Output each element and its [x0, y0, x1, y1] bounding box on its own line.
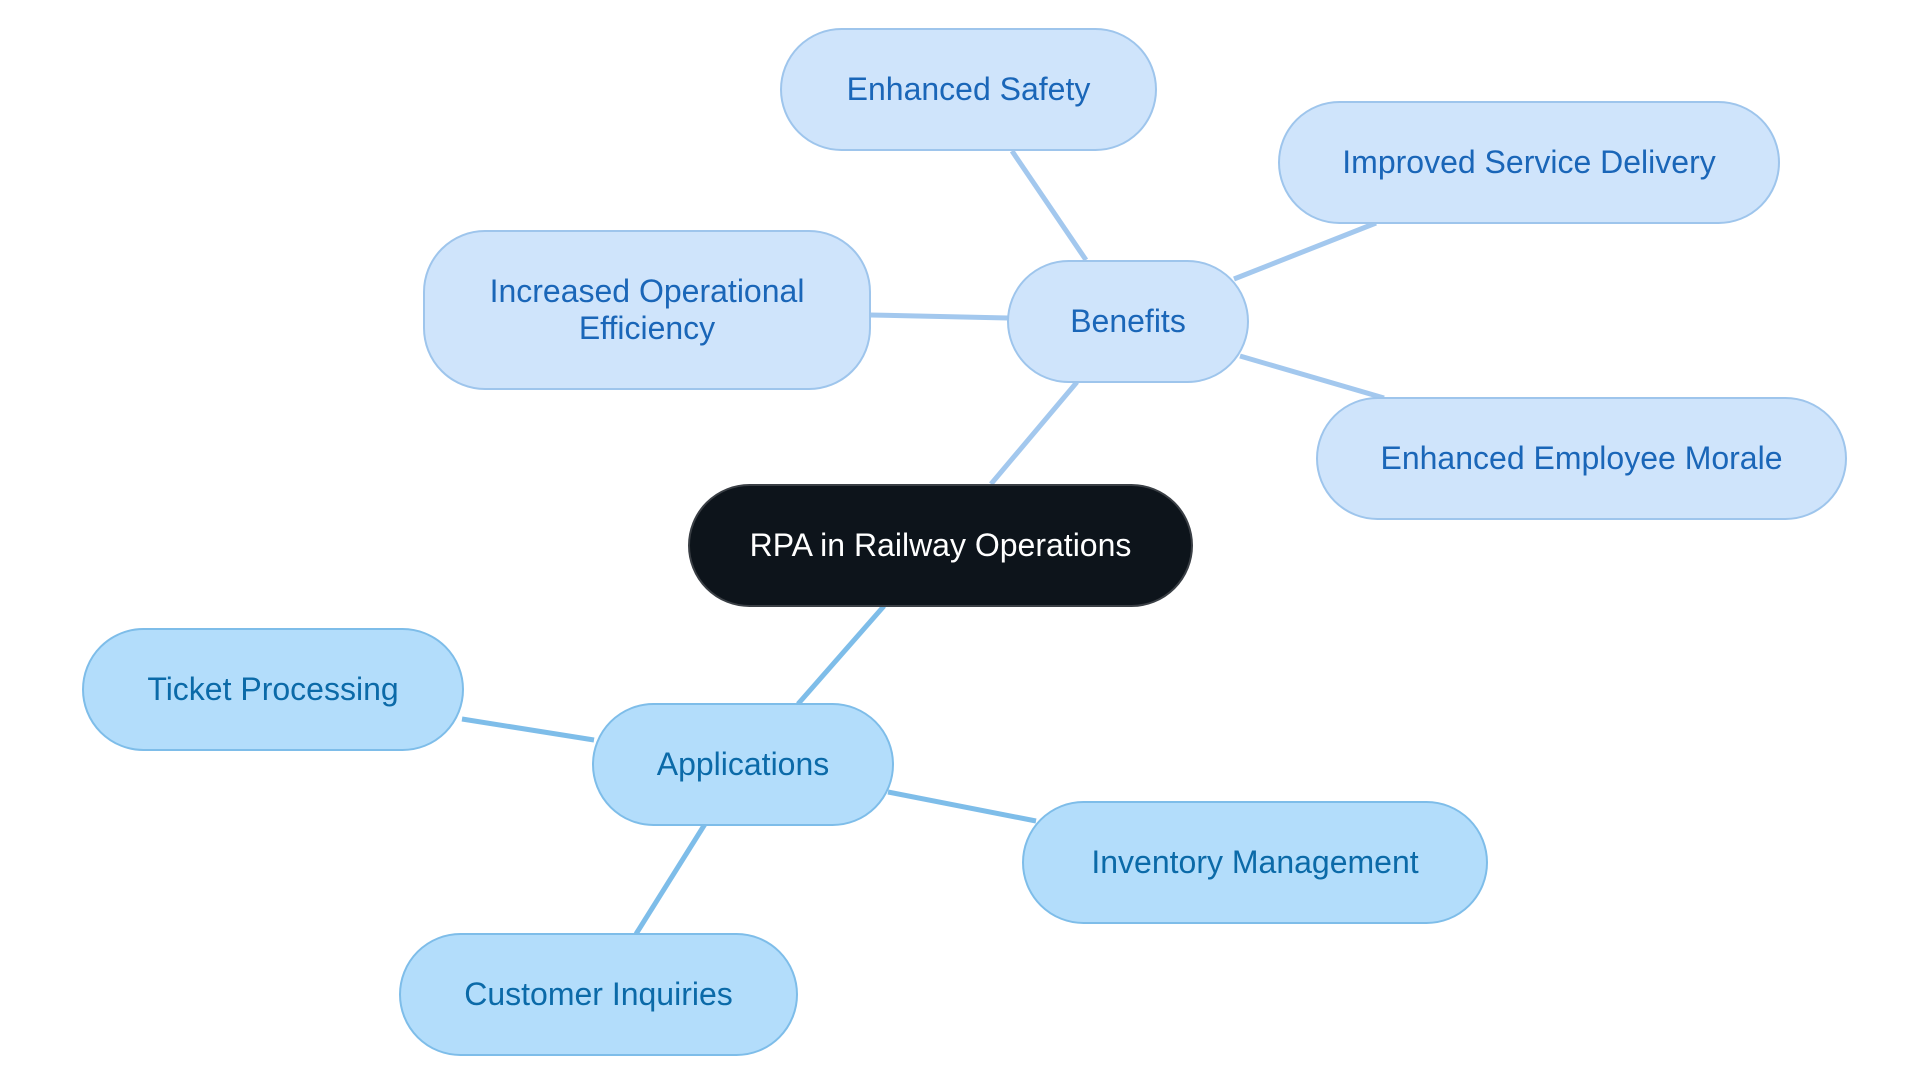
increased-operational-efficiency-label: Increased Operational Efficiency — [489, 273, 805, 346]
edge-benefits-improved-service-delivery — [1233, 220, 1377, 282]
inventory-management-node[interactable]: Inventory Management — [1022, 801, 1488, 924]
edge-applications-customer-inquiries — [633, 822, 708, 936]
edge-benefits-enhanced-safety — [1009, 149, 1089, 262]
root-node[interactable]: RPA in Railway Operations — [688, 484, 1193, 607]
increased-operational-efficiency-node[interactable]: Increased Operational Efficiency — [423, 230, 871, 390]
root-node-label: RPA in Railway Operations — [749, 527, 1132, 563]
enhanced-safety-label: Enhanced Safety — [846, 71, 1091, 107]
improved-service-delivery-node[interactable]: Improved Service Delivery — [1278, 101, 1780, 224]
customer-inquiries-node[interactable]: Customer Inquiries — [399, 933, 798, 1056]
edge-benefits-enhanced-employee-morale — [1239, 353, 1385, 401]
edge-applications-inventory-management — [887, 789, 1037, 824]
enhanced-employee-morale-node[interactable]: Enhanced Employee Morale — [1316, 397, 1847, 520]
ticket-processing-node[interactable]: Ticket Processing — [82, 628, 464, 751]
applications-node-label: Applications — [656, 746, 830, 782]
benefits-node[interactable]: Benefits — [1007, 260, 1249, 383]
enhanced-safety-node[interactable]: Enhanced Safety — [780, 28, 1157, 151]
inventory-management-label: Inventory Management — [1091, 844, 1419, 880]
edge-root-applications — [796, 604, 886, 706]
customer-inquiries-label: Customer Inquiries — [464, 976, 733, 1012]
edge-root-benefits — [989, 380, 1079, 486]
ticket-processing-label: Ticket Processing — [147, 671, 399, 707]
improved-service-delivery-label: Improved Service Delivery — [1342, 144, 1716, 180]
benefits-node-label: Benefits — [1070, 303, 1186, 339]
applications-node[interactable]: Applications — [592, 703, 894, 826]
enhanced-employee-morale-label: Enhanced Employee Morale — [1380, 440, 1783, 476]
edge-benefits-increased-operational-efficiency — [869, 312, 1009, 321]
edge-applications-ticket-processing — [461, 716, 595, 743]
